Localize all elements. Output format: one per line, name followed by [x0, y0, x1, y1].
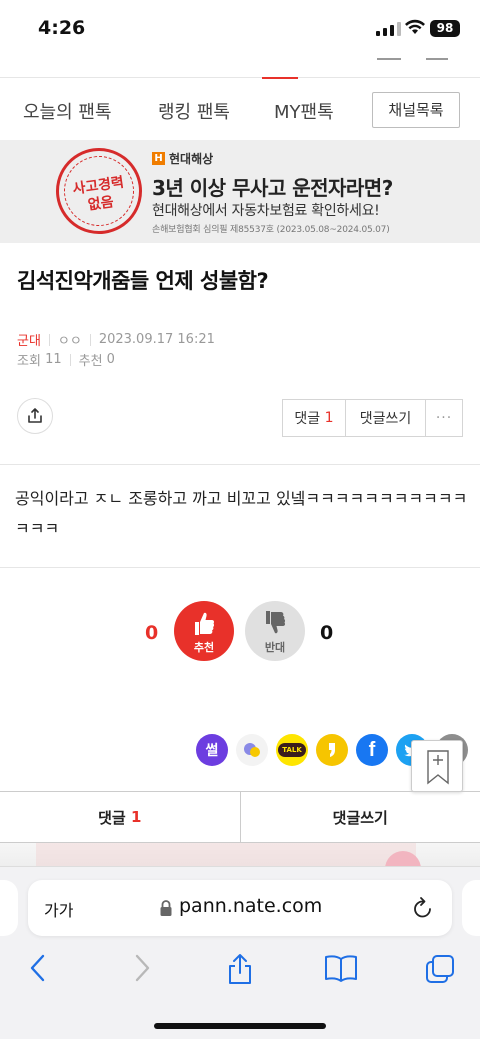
views-count: 11 [45, 352, 62, 367]
url-text: pann.nate.com [179, 895, 323, 917]
cellular-signal-icon [376, 22, 401, 36]
kakaotalk-icon: TALK [278, 743, 306, 757]
tab-today-pantalk[interactable]: 오늘의 팬톡 [23, 98, 112, 124]
kakaotalk-share-button[interactable]: TALK [276, 734, 308, 766]
tab-ranking-pantalk[interactable]: 랭킹 팬톡 [158, 98, 230, 124]
ad-headline: 3년 이상 무사고 운전자라면? [152, 176, 393, 200]
likes-count: 0 [106, 352, 115, 367]
back-icon[interactable] [28, 953, 48, 983]
upvote-label: 추천 [193, 641, 215, 654]
post-action-group: 댓글 1 댓글쓰기 ··· [282, 399, 463, 437]
active-tab-indicator [262, 77, 298, 79]
toolbar-dash [377, 58, 401, 60]
channel-list-button[interactable]: 채널목록 [372, 92, 460, 128]
comment-tab[interactable]: 댓글 1 [0, 792, 241, 842]
ad-brand-name: 현대해상 [169, 152, 214, 166]
address-bar[interactable]: 가가 pann.nate.com [28, 880, 452, 936]
chat-bubbles-icon [244, 743, 260, 757]
floating-bookmark-button[interactable] [411, 740, 463, 792]
comment-label: 댓글 [294, 411, 321, 427]
thumbs-up-icon [195, 612, 215, 635]
ad-subline: 현대해상에서 자동차보험료 확인하세요! [152, 203, 380, 219]
upvote-count: 0 [145, 622, 159, 644]
band-share-button[interactable] [236, 734, 268, 766]
post-title: 김석진악개줌들 언제 성불함? [17, 269, 269, 293]
bookmarks-icon[interactable] [323, 953, 359, 983]
ad-fineprint: 손해보험협회 심의필 제85537호 (2023.05.08~2024.05.0… [152, 225, 390, 235]
facebook-icon: f [368, 738, 376, 761]
post-body: 공익이라고 ㅈㄴ 조롱하고 까고 비꼬고 있넼ㅋㅋㅋㅋㅋㅋㅋㅋㅋㅋㅋㅋㅋㅋ [15, 489, 468, 538]
comment-tab-label: 댓글 [98, 808, 126, 827]
bookmark-add-icon [427, 750, 449, 785]
comment-tab-count: 1 [130, 808, 142, 826]
comment-bar: 댓글 1 댓글쓰기 [0, 791, 480, 843]
downvote-button[interactable]: 반대 [245, 601, 305, 661]
share-sheet-icon[interactable] [226, 953, 254, 985]
post-stats: 조회 11 추천 0 [17, 350, 115, 369]
downvote-count: 0 [320, 622, 334, 644]
post-date: 2023.09.17 16:21 [98, 332, 215, 347]
tab-my-pantalk[interactable]: MY팬톡 [274, 98, 334, 124]
upvote-button[interactable]: 추천 [174, 601, 234, 661]
kakaostory-icon [329, 743, 335, 757]
no-accident-stamp: 사고경력 없음 [50, 142, 148, 240]
previous-tab-pill[interactable] [0, 880, 18, 936]
tabs-icon[interactable] [424, 953, 456, 985]
hyundai-marine-logo-icon: H [152, 152, 165, 165]
views-label: 조회 [17, 354, 41, 369]
home-indicator[interactable] [154, 1023, 326, 1029]
wifi-icon [405, 19, 425, 34]
share-button[interactable] [17, 398, 53, 434]
write-comment-tab[interactable]: 댓글쓰기 [241, 792, 480, 842]
ad-brand: H 현대해상 [152, 150, 213, 167]
post-author: ㅇㅇ [57, 334, 82, 349]
kakaostory-share-button[interactable] [316, 734, 348, 766]
seol-share-button[interactable]: 썰 [196, 734, 228, 766]
status-time: 4:26 [38, 17, 86, 39]
more-options-button[interactable]: ··· [426, 400, 462, 436]
comment-count-button[interactable]: 댓글 1 [283, 400, 346, 436]
ad-banner[interactable]: 사고경력 없음 H 현대해상 3년 이상 무사고 운전자라면? 현대해상에서 자… [0, 140, 480, 243]
text-size-button[interactable]: 가가 [44, 897, 73, 921]
post-category[interactable]: 군대 [17, 330, 41, 349]
status-bar: 4:26 98 [0, 0, 480, 60]
reload-icon[interactable] [412, 896, 434, 920]
post-meta: 군대 ㅇㅇ 2023.09.17 16:21 [17, 330, 215, 349]
write-comment-button[interactable]: 댓글쓰기 [346, 400, 426, 436]
toolbar-dash [426, 58, 448, 60]
likes-label: 추천 [78, 354, 103, 369]
lock-icon [160, 900, 172, 916]
next-tab-pill[interactable] [462, 880, 480, 936]
share-icon [28, 408, 42, 423]
browser-toolbar: 가가 pann.nate.com [0, 866, 480, 1039]
facebook-share-button[interactable]: f [356, 734, 388, 766]
thumbs-down-icon [266, 611, 286, 634]
forward-icon[interactable] [132, 953, 152, 983]
downvote-label: 반대 [264, 641, 286, 654]
divider [0, 464, 480, 465]
comment-count: 1 [324, 410, 334, 426]
divider [0, 567, 480, 568]
battery-icon: 98 [430, 20, 460, 37]
channel-nav: 오늘의 팬톡 랭킹 팬톡 MY팬톡 채널목록 [0, 77, 480, 140]
